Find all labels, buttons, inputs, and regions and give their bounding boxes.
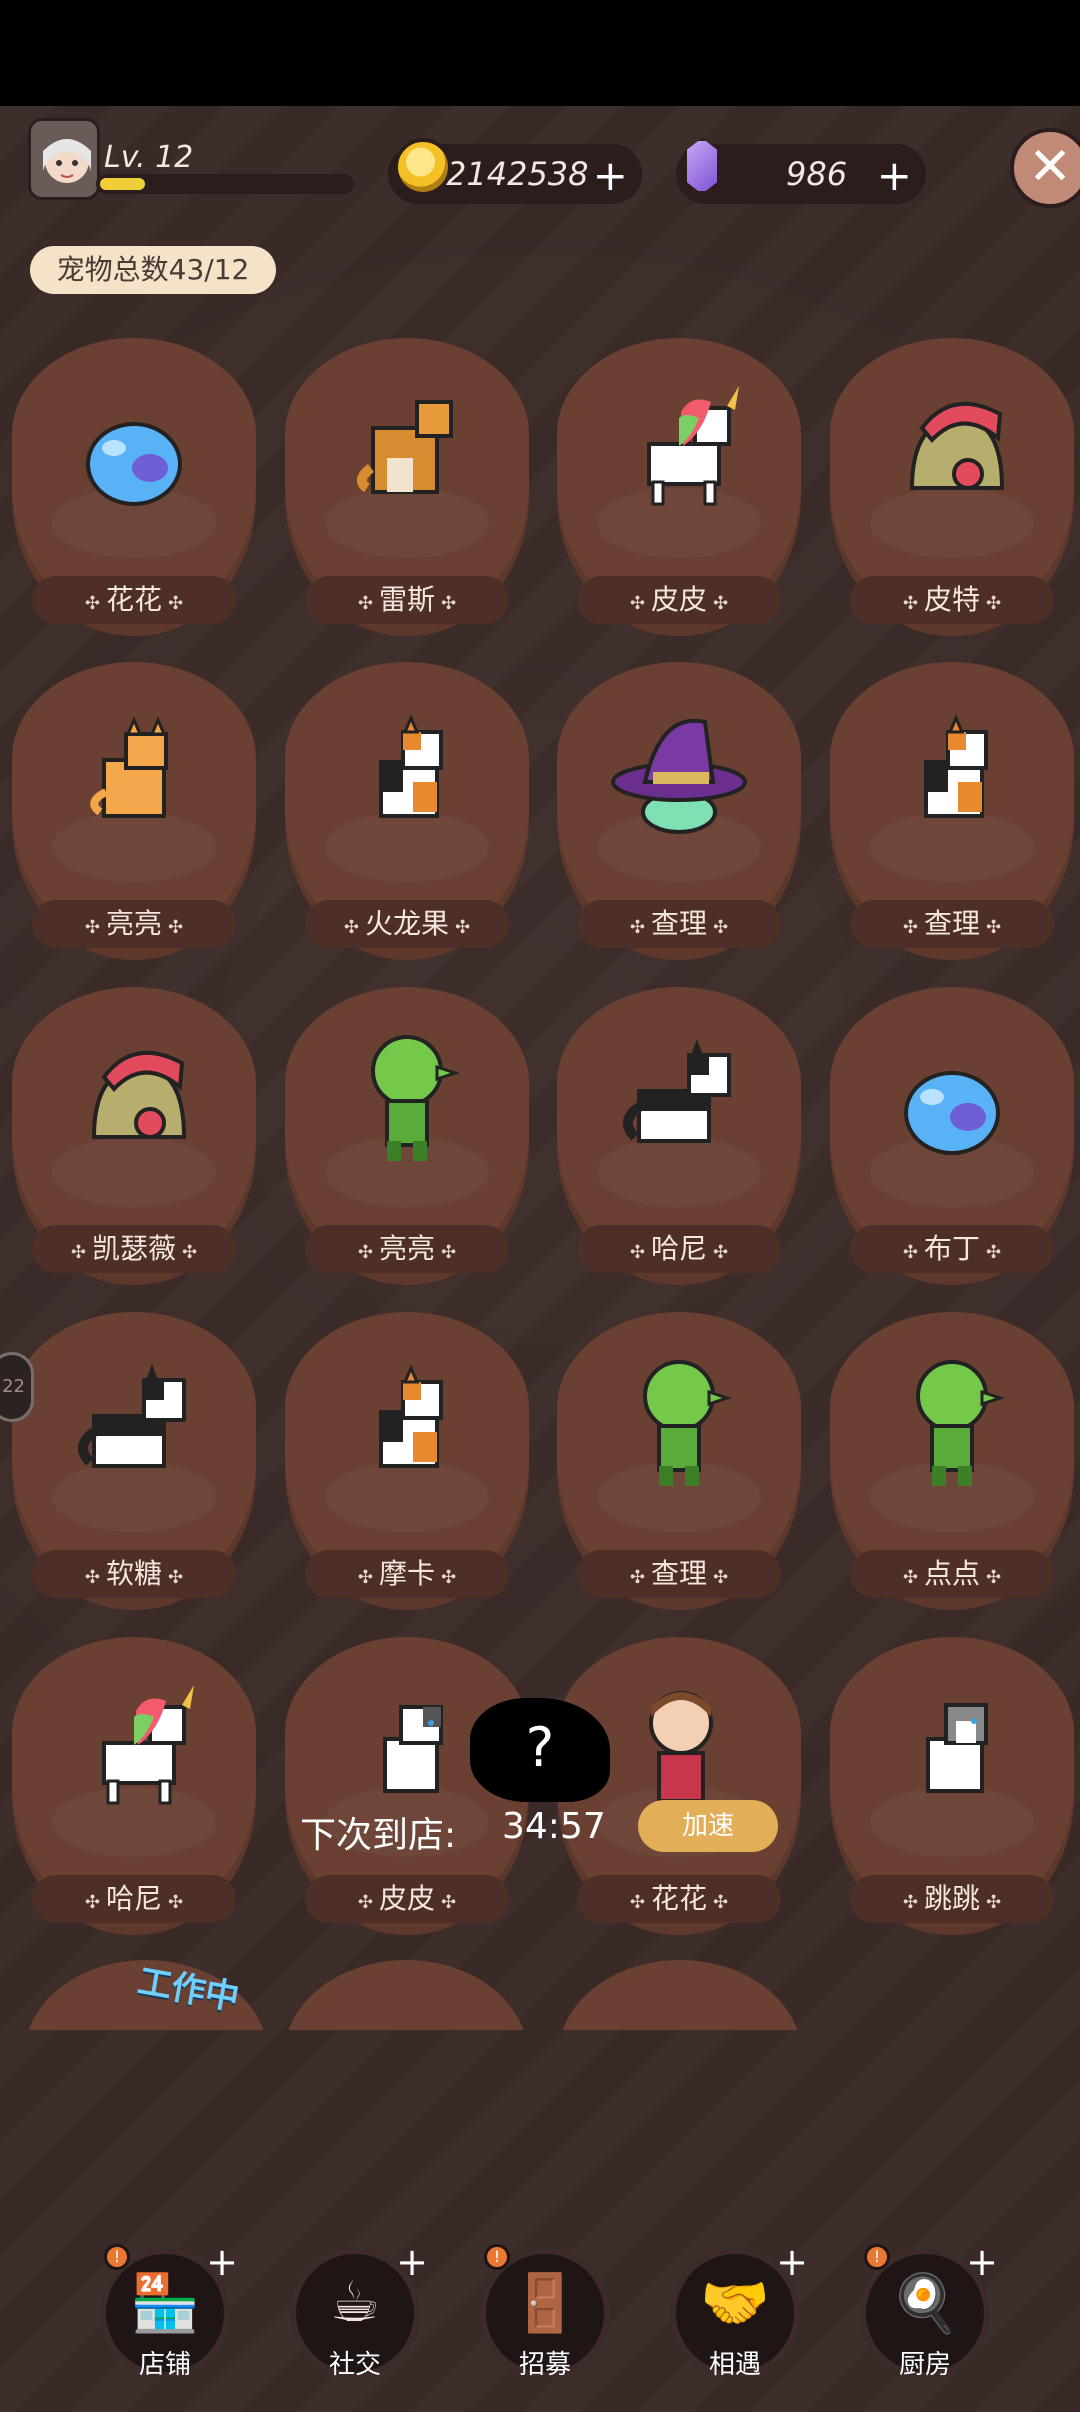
- pet-card[interactable]: 花花: [12, 338, 256, 636]
- pet-card-partial[interactable]: [558, 1960, 802, 2030]
- game-screen: Lv. 12 2142538 + 986 + ✕ 宠物总数43/12 花花雷斯皮…: [0, 0, 1080, 2412]
- monkey-kid-icon: [627, 1691, 713, 1803]
- pet-name-label: 亮亮: [305, 1225, 509, 1273]
- status-bar: [0, 0, 1080, 106]
- level-label: Lv. 12: [104, 140, 194, 175]
- nav-label: 店铺: [138, 2350, 191, 2380]
- pet-name-label: 查理: [577, 900, 781, 948]
- notification-badge: !: [864, 2244, 890, 2270]
- pet-name-label: 凯瑟薇: [32, 1225, 236, 1273]
- pet-name-label: 哈尼: [577, 1225, 781, 1273]
- nav-shop-button[interactable]: 🏪 店铺! +: [100, 2240, 238, 2380]
- green-goblin-icon: [916, 1360, 1005, 1486]
- pet-card[interactable]: 皮特: [830, 338, 1074, 636]
- blue-slime-icon: [904, 1071, 1000, 1155]
- pet-card[interactable]: 摩卡: [285, 1312, 529, 1610]
- pet-card[interactable]: 哈尼: [557, 987, 801, 1285]
- coin-value: 2142538: [446, 155, 589, 193]
- white-cat-icon: [383, 1705, 443, 1793]
- pet-card[interactable]: 跳跳: [830, 1637, 1074, 1935]
- nav-plus-icon: +: [206, 2240, 238, 2284]
- gray-cat-icon: [926, 1703, 988, 1793]
- close-icon: ✕: [1028, 137, 1072, 197]
- close-button[interactable]: ✕: [1010, 128, 1080, 208]
- pet-card[interactable]: 查理: [830, 662, 1074, 960]
- nav-frying-pan-button[interactable]: 🍳 厨房! +: [860, 2240, 998, 2380]
- pet-card[interactable]: 亮亮: [285, 987, 529, 1285]
- pet-card[interactable]: 皮皮: [557, 338, 801, 636]
- pet-name-label: 皮皮: [305, 1875, 509, 1923]
- calico-cat-icon: [379, 1364, 443, 1468]
- mystery-pet-silhouette: ?: [470, 1698, 610, 1802]
- calico-cat-icon: [379, 714, 443, 818]
- red-helmet-icon: [909, 401, 1005, 490]
- pet-name-label: 布丁: [850, 1225, 1054, 1273]
- pet-name-label: 哈尼: [32, 1875, 236, 1923]
- pet-card[interactable]: 软糖: [12, 1312, 256, 1610]
- pet-name-label: 皮特: [850, 576, 1054, 624]
- pet-name-label: 摩卡: [305, 1550, 509, 1598]
- pet-name-label: 查理: [577, 1550, 781, 1598]
- level-progress-fill: [100, 178, 145, 190]
- nav-label: 招募: [518, 2350, 571, 2380]
- shiba-dog-icon: [356, 400, 453, 494]
- nav-recruit-door-button[interactable]: 🚪 招募!: [480, 2240, 616, 2380]
- gem-value: 986: [786, 155, 848, 193]
- nav-label: 社交: [328, 2350, 381, 2380]
- pet-card-partial[interactable]: [284, 1960, 528, 2030]
- notification-badge: !: [104, 2244, 130, 2270]
- notification-badge: !: [484, 2244, 510, 2270]
- red-helmet-icon: [91, 1050, 187, 1139]
- nav-plus-icon: +: [776, 2240, 808, 2284]
- calico-cat-icon: [924, 714, 988, 818]
- witch-hat-icon: [611, 718, 747, 834]
- nav-plus-icon: +: [396, 2240, 428, 2284]
- pet-name-label: 花花: [577, 1875, 781, 1923]
- pet-name-label: 花花: [32, 576, 236, 624]
- add-coins-button[interactable]: +: [593, 151, 628, 200]
- blue-slime-icon: [86, 422, 182, 506]
- pet-name-label: 跳跳: [850, 1875, 1054, 1923]
- speed-up-button[interactable]: 加速: [638, 1800, 778, 1852]
- pet-name-label: 雷斯: [305, 576, 509, 624]
- coin-icon: [394, 138, 452, 196]
- pet-card[interactable]: 点点: [830, 1312, 1074, 1610]
- rainbow-unicorn-icon: [647, 386, 739, 506]
- pet-card[interactable]: 亮亮: [12, 662, 256, 960]
- bottom-nav: 🏪 店铺! + ☕ 社交 + 🚪 招募! 🤝 相遇 + 🍳 厨房! +: [0, 2240, 1080, 2412]
- pet-card[interactable]: 查理: [557, 1312, 801, 1610]
- husky-dog-icon: [78, 1364, 186, 1468]
- add-gems-button[interactable]: +: [877, 151, 912, 200]
- pet-card[interactable]: 凯瑟薇: [12, 987, 256, 1285]
- pet-card[interactable]: 查理: [557, 662, 801, 960]
- next-arrival-timer: 34:57: [502, 1806, 606, 1847]
- pet-name-label: 软糖: [32, 1550, 236, 1598]
- next-arrival-label: 下次到店:: [300, 1815, 457, 1856]
- rainbow-unicorn-icon: [102, 1685, 194, 1805]
- pets-total-badge: 宠物总数43/12: [30, 246, 276, 294]
- nav-plus-icon: +: [966, 2240, 998, 2284]
- pet-card[interactable]: 哈尼: [12, 1637, 256, 1935]
- nav-label: 相遇: [708, 2350, 761, 2380]
- avatar[interactable]: [28, 118, 100, 200]
- pet-name-label: 亮亮: [32, 900, 236, 948]
- pet-card[interactable]: 火龙果: [285, 662, 529, 960]
- pet-name-label: 皮皮: [577, 576, 781, 624]
- green-goblin-icon: [643, 1360, 732, 1486]
- pet-name-label: 点点: [850, 1550, 1054, 1598]
- nav-coffee-cup-button[interactable]: ☕ 社交 +: [290, 2240, 428, 2380]
- orange-cat-icon: [90, 716, 168, 818]
- side-handle[interactable]: 22: [0, 1352, 34, 1422]
- pet-name-label: 火龙果: [305, 900, 509, 948]
- character-avatar-icon: [31, 121, 97, 197]
- recruit-door-icon: 🚪: [510, 2271, 580, 2336]
- green-goblin-icon: [371, 1035, 460, 1161]
- pet-card[interactable]: 布丁: [830, 987, 1074, 1285]
- nav-handshake-button[interactable]: 🤝 相遇 +: [670, 2240, 808, 2380]
- husky-dog-icon: [623, 1039, 731, 1143]
- level-indicator: Lv. 12: [96, 140, 356, 196]
- pet-card[interactable]: 雷斯: [285, 338, 529, 636]
- pet-name-label: 查理: [850, 900, 1054, 948]
- nav-label: 厨房: [898, 2350, 951, 2380]
